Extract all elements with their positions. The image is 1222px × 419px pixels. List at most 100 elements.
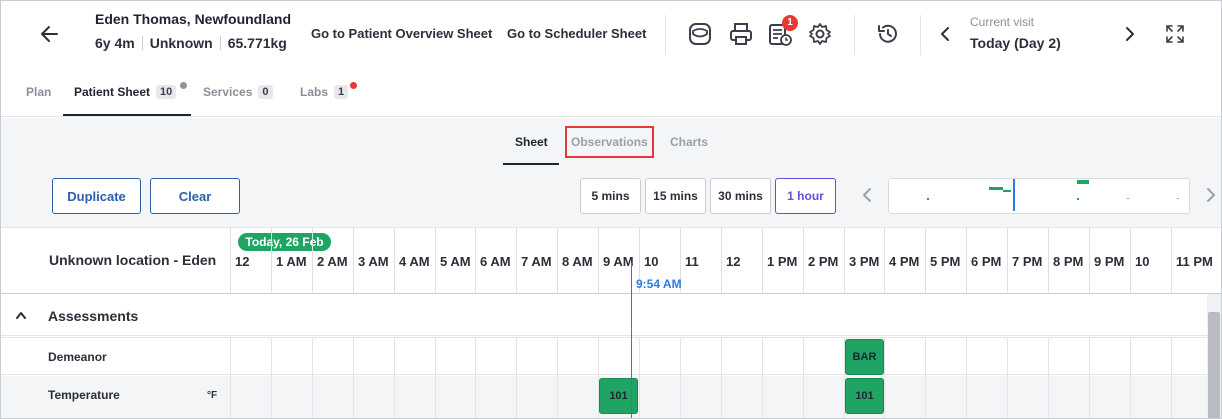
current-time-label: 9:54 AM	[636, 277, 682, 291]
row-label: Demeanor	[48, 350, 107, 364]
hour-column	[1007, 228, 1008, 294]
hour-label: 7 AM	[521, 254, 552, 269]
grid-line	[230, 337, 231, 418]
interval-30-mins[interactable]: 30 mins	[710, 178, 771, 214]
hour-column	[394, 228, 395, 294]
patient-weight: 65.771kg	[227, 35, 287, 51]
current-visit-label: Current visit	[970, 15, 1035, 29]
hour-label: 5 PM	[930, 254, 961, 269]
alert-dot	[350, 82, 357, 89]
hour-label: 3 AM	[358, 254, 389, 269]
hour-label: 2 AM	[317, 254, 348, 269]
sheet-toolbar: Duplicate Clear 5 mins 15 mins 30 mins 1…	[1, 166, 1221, 228]
hour-column	[844, 228, 845, 294]
patient-name: Eden Thomas, Newfoundland	[95, 11, 292, 27]
subtab-sheet[interactable]: Sheet	[515, 135, 548, 149]
scheduler-link[interactable]: Go to Scheduler Sheet	[507, 26, 646, 41]
unit-label: °F	[207, 390, 218, 401]
hour-column	[230, 228, 231, 294]
chevron-up-icon[interactable]	[15, 310, 27, 320]
current-visit-value[interactable]: Today (Day 2)	[970, 35, 1061, 51]
header-divider	[920, 15, 921, 55]
hour-label: 10	[644, 254, 659, 269]
status-dot	[180, 82, 187, 89]
app-window: Eden Thomas, Newfoundland 6y 4m Unknown …	[0, 0, 1222, 419]
hour-column	[803, 228, 804, 294]
grid-line	[1130, 337, 1131, 418]
hour-label: 6 PM	[971, 254, 1002, 269]
back-arrow-icon[interactable]	[37, 21, 63, 47]
duplicate-button[interactable]: Duplicate	[52, 178, 141, 214]
hour-label: 8 PM	[1053, 254, 1084, 269]
meta-divider	[141, 36, 143, 50]
hour-column	[1171, 228, 1172, 294]
clear-button[interactable]: Clear	[150, 178, 240, 214]
section-header-row[interactable]: Assessments	[1, 294, 1207, 336]
tab-count: 0	[258, 85, 273, 99]
hour-label: 11	[685, 254, 699, 269]
hour-column	[966, 228, 967, 294]
hour-column	[435, 228, 436, 294]
interval-15-mins[interactable]: 15 mins	[645, 178, 706, 214]
hour-label: 2 PM	[808, 254, 839, 269]
grid-line	[394, 337, 395, 418]
grid-line	[557, 337, 558, 418]
current-time-line	[631, 263, 632, 418]
scrollbar-thumb[interactable]	[1208, 312, 1220, 418]
hour-label: 9 AM	[603, 254, 634, 269]
active-subtab-indicator	[503, 163, 559, 165]
chevron-left-icon[interactable]	[938, 25, 952, 43]
hour-column	[925, 228, 926, 294]
tab-label: Plan	[26, 85, 52, 99]
hour-label: 12	[726, 254, 741, 269]
hour-label: 1 PM	[767, 254, 798, 269]
chevron-right-icon[interactable]	[1123, 25, 1137, 43]
hour-label: 10	[1135, 254, 1150, 269]
print-icon[interactable]	[728, 21, 754, 47]
gear-icon[interactable]	[807, 21, 833, 47]
patient-tabs: Plan Patient Sheet 10 Services 0 Labs 1	[1, 69, 1221, 117]
grid-line	[762, 337, 763, 418]
hour-column	[598, 228, 599, 294]
notification-badge: 1	[782, 15, 798, 31]
tab-labs[interactable]: Labs 1	[300, 85, 349, 99]
tab-label: Services	[203, 85, 253, 99]
observation-value-chip[interactable]: 101	[599, 378, 638, 414]
grid-line	[966, 337, 967, 418]
interval-1-hour[interactable]: 1 hour	[775, 178, 836, 214]
timeline-next-icon[interactable]	[1205, 186, 1217, 204]
timeline-minimap[interactable]	[888, 178, 1190, 214]
hour-label: 4 AM	[399, 254, 430, 269]
grid-line	[1048, 337, 1049, 418]
sticker-icon[interactable]	[687, 21, 713, 47]
patient-overview-link[interactable]: Go to Patient Overview Sheet	[311, 26, 492, 41]
tab-services[interactable]: Services 0	[203, 85, 273, 99]
grid-line	[884, 337, 885, 418]
hour-column	[516, 228, 517, 294]
hour-column	[475, 228, 476, 294]
tab-patient-sheet[interactable]: Patient Sheet 10	[74, 85, 177, 99]
subtab-charts[interactable]: Charts	[670, 135, 708, 149]
timeline-prev-icon[interactable]	[861, 186, 873, 204]
grid-line	[1171, 337, 1172, 418]
hour-column	[762, 228, 763, 294]
grid-line	[803, 337, 804, 418]
timeline-header: Unknown location - Eden Today, 26 Feb 12…	[1, 228, 1221, 294]
meta-divider	[219, 36, 221, 50]
sheet-subtabs: Sheet Observations Charts	[1, 118, 1221, 166]
observation-grid: Assessments Demeanor Temperature °F BAR 1…	[1, 294, 1207, 418]
expand-icon[interactable]	[1162, 21, 1188, 47]
interval-5-mins[interactable]: 5 mins	[580, 178, 641, 214]
patient-meta: 6y 4m Unknown 65.771kg	[95, 35, 287, 51]
hour-label: 3 PM	[849, 254, 880, 269]
observation-value-chip[interactable]: 101	[845, 378, 884, 414]
hour-column	[1130, 228, 1131, 294]
grid-line	[680, 337, 681, 418]
hour-column	[1089, 228, 1090, 294]
tab-plan[interactable]: Plan	[26, 85, 51, 99]
hour-label: 1 AM	[276, 254, 307, 269]
row-label: Temperature	[48, 388, 120, 402]
header-divider	[665, 15, 666, 55]
observation-value-chip[interactable]: BAR	[845, 339, 884, 375]
history-icon[interactable]	[875, 21, 901, 47]
